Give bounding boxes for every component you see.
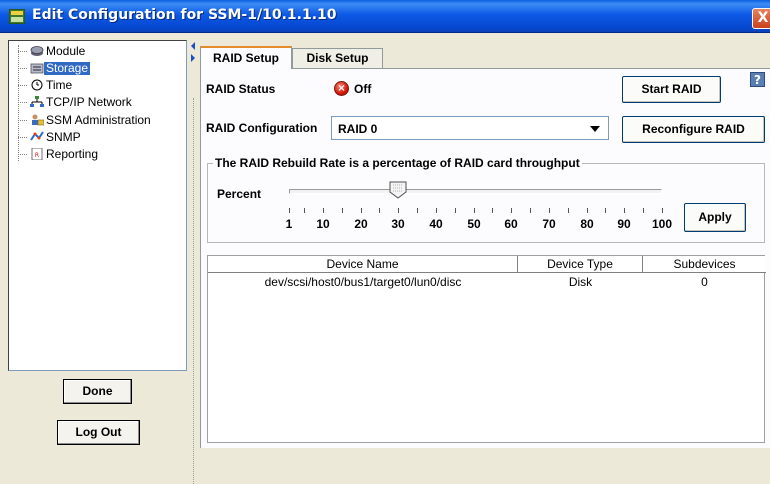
report-icon: R bbox=[31, 148, 43, 160]
column-header-device-name[interactable]: Device Name bbox=[208, 256, 518, 273]
help-icon[interactable]: ? bbox=[750, 72, 765, 87]
slider-tick bbox=[492, 208, 493, 213]
slider-tick bbox=[549, 208, 550, 213]
slider-tick-label: 10 bbox=[316, 217, 330, 231]
start-raid-button[interactable]: Start RAID bbox=[622, 76, 721, 103]
apply-button[interactable]: Apply bbox=[684, 203, 746, 232]
slider-tick bbox=[289, 208, 290, 213]
slider-tick bbox=[436, 208, 437, 213]
sidebar-item-label: Time bbox=[46, 78, 73, 92]
sidebar-item-label: SSM Administration bbox=[46, 113, 151, 127]
sidebar-item-label: Module bbox=[46, 44, 86, 58]
slider-tick bbox=[474, 208, 475, 213]
slider-tick-label: 100 bbox=[651, 217, 673, 231]
tree-branch bbox=[18, 137, 27, 138]
slider-tick bbox=[417, 208, 418, 213]
chevron-down-icon[interactable] bbox=[590, 126, 600, 132]
snmp-icon bbox=[30, 131, 44, 141]
sidebar-item-label: Reporting bbox=[46, 147, 99, 161]
done-button[interactable]: Done bbox=[63, 379, 132, 404]
rebuild-rate-title: The RAID Rebuild Rate is a percentage of… bbox=[213, 156, 582, 170]
slider-tick bbox=[605, 208, 606, 213]
splitter-grip bbox=[193, 98, 196, 484]
sidebar-item-label: SNMP bbox=[46, 130, 81, 144]
slider-tick-label: 20 bbox=[354, 217, 368, 231]
slider-tick bbox=[398, 208, 399, 213]
tree-branch bbox=[18, 154, 27, 155]
device-name-cell: dev/scsi/host0/bus1/target0/lun0/disc bbox=[264, 275, 462, 289]
device-table: Device Name Device Type Subdevices dev/s… bbox=[207, 255, 766, 443]
slider-thumb[interactable] bbox=[389, 181, 407, 199]
column-header-device-type[interactable]: Device Type bbox=[518, 256, 643, 273]
sidebar-item-label: Storage bbox=[44, 61, 91, 75]
slider-tick bbox=[587, 208, 588, 213]
slider-tick bbox=[379, 208, 380, 213]
error-icon: × bbox=[334, 81, 349, 96]
app-icon bbox=[9, 9, 25, 24]
slider-tick-label: 50 bbox=[467, 217, 481, 231]
slider-tick bbox=[304, 208, 305, 213]
slider-tick bbox=[323, 208, 324, 213]
slider-tick-label: 70 bbox=[542, 217, 556, 231]
slider-tick bbox=[342, 208, 343, 213]
rebuild-rate-group bbox=[207, 163, 765, 243]
subdevices-cell: 0 bbox=[701, 275, 708, 289]
slider-tick-label: 80 bbox=[580, 217, 594, 231]
expand-right-icon[interactable] bbox=[191, 54, 195, 62]
sidebar-item-label: TCP/IP Network bbox=[46, 95, 132, 109]
slider-tick bbox=[662, 208, 663, 213]
tree-branch bbox=[18, 68, 27, 69]
close-button[interactable]: X bbox=[752, 8, 770, 29]
reconfigure-raid-button[interactable]: Reconfigure RAID bbox=[622, 116, 765, 143]
config-window: Edit Configuration for SSM-1/10.1.1.10 X… bbox=[0, 0, 770, 484]
raid-config-label: RAID Configuration bbox=[206, 121, 318, 135]
slider-tick bbox=[643, 208, 644, 213]
raid-config-value: RAID 0 bbox=[338, 122, 378, 136]
slider-tick bbox=[511, 208, 512, 213]
admin-icon bbox=[32, 114, 44, 126]
slider-tick bbox=[530, 208, 531, 213]
tree-branch bbox=[18, 51, 27, 52]
raid-status-value: Off bbox=[354, 82, 372, 96]
network-icon bbox=[30, 96, 44, 107]
panel-splitter[interactable] bbox=[190, 36, 198, 484]
slider-tick-label: 1 bbox=[285, 217, 293, 231]
collapse-left-icon[interactable] bbox=[191, 42, 195, 50]
slider-tick-label: 90 bbox=[617, 217, 631, 231]
window-title: Edit Configuration for SSM-1/10.1.1.10 bbox=[32, 7, 337, 23]
clock-icon bbox=[31, 79, 43, 91]
storage-icon bbox=[30, 63, 44, 74]
device-type-cell: Disk bbox=[568, 275, 593, 289]
slider-tick-label: 60 bbox=[504, 217, 518, 231]
tab-disk-setup[interactable]: Disk Setup bbox=[292, 48, 383, 68]
tree-branch bbox=[18, 85, 27, 86]
slider-tick-label: 30 bbox=[391, 217, 405, 231]
slider-tick bbox=[624, 208, 625, 213]
raid-status-label: RAID Status bbox=[206, 82, 276, 96]
logout-button[interactable]: Log Out bbox=[57, 420, 140, 445]
column-header-subdevices[interactable]: Subdevices bbox=[643, 256, 766, 273]
title-bar[interactable]: Edit Configuration for SSM-1/10.1.1.10 X bbox=[0, 0, 770, 33]
module-icon bbox=[30, 46, 44, 56]
raid-config-select[interactable]: RAID 0 bbox=[331, 116, 609, 140]
rebuild-rate-slider[interactable] bbox=[289, 189, 662, 194]
slider-tick bbox=[568, 208, 569, 213]
svg-text:R: R bbox=[35, 152, 39, 159]
navigation-tree: Module Storage Time TCP/IP Network SSM A… bbox=[8, 40, 187, 371]
tree-branch bbox=[18, 102, 27, 103]
slider-tick-label: 40 bbox=[429, 217, 443, 231]
slider-tick bbox=[455, 208, 456, 213]
tree-connector bbox=[18, 45, 19, 161]
slider-tick bbox=[361, 208, 362, 213]
percent-label: Percent bbox=[217, 187, 262, 201]
tree-branch bbox=[18, 120, 27, 121]
tab-raid-setup[interactable]: RAID Setup bbox=[200, 46, 292, 69]
